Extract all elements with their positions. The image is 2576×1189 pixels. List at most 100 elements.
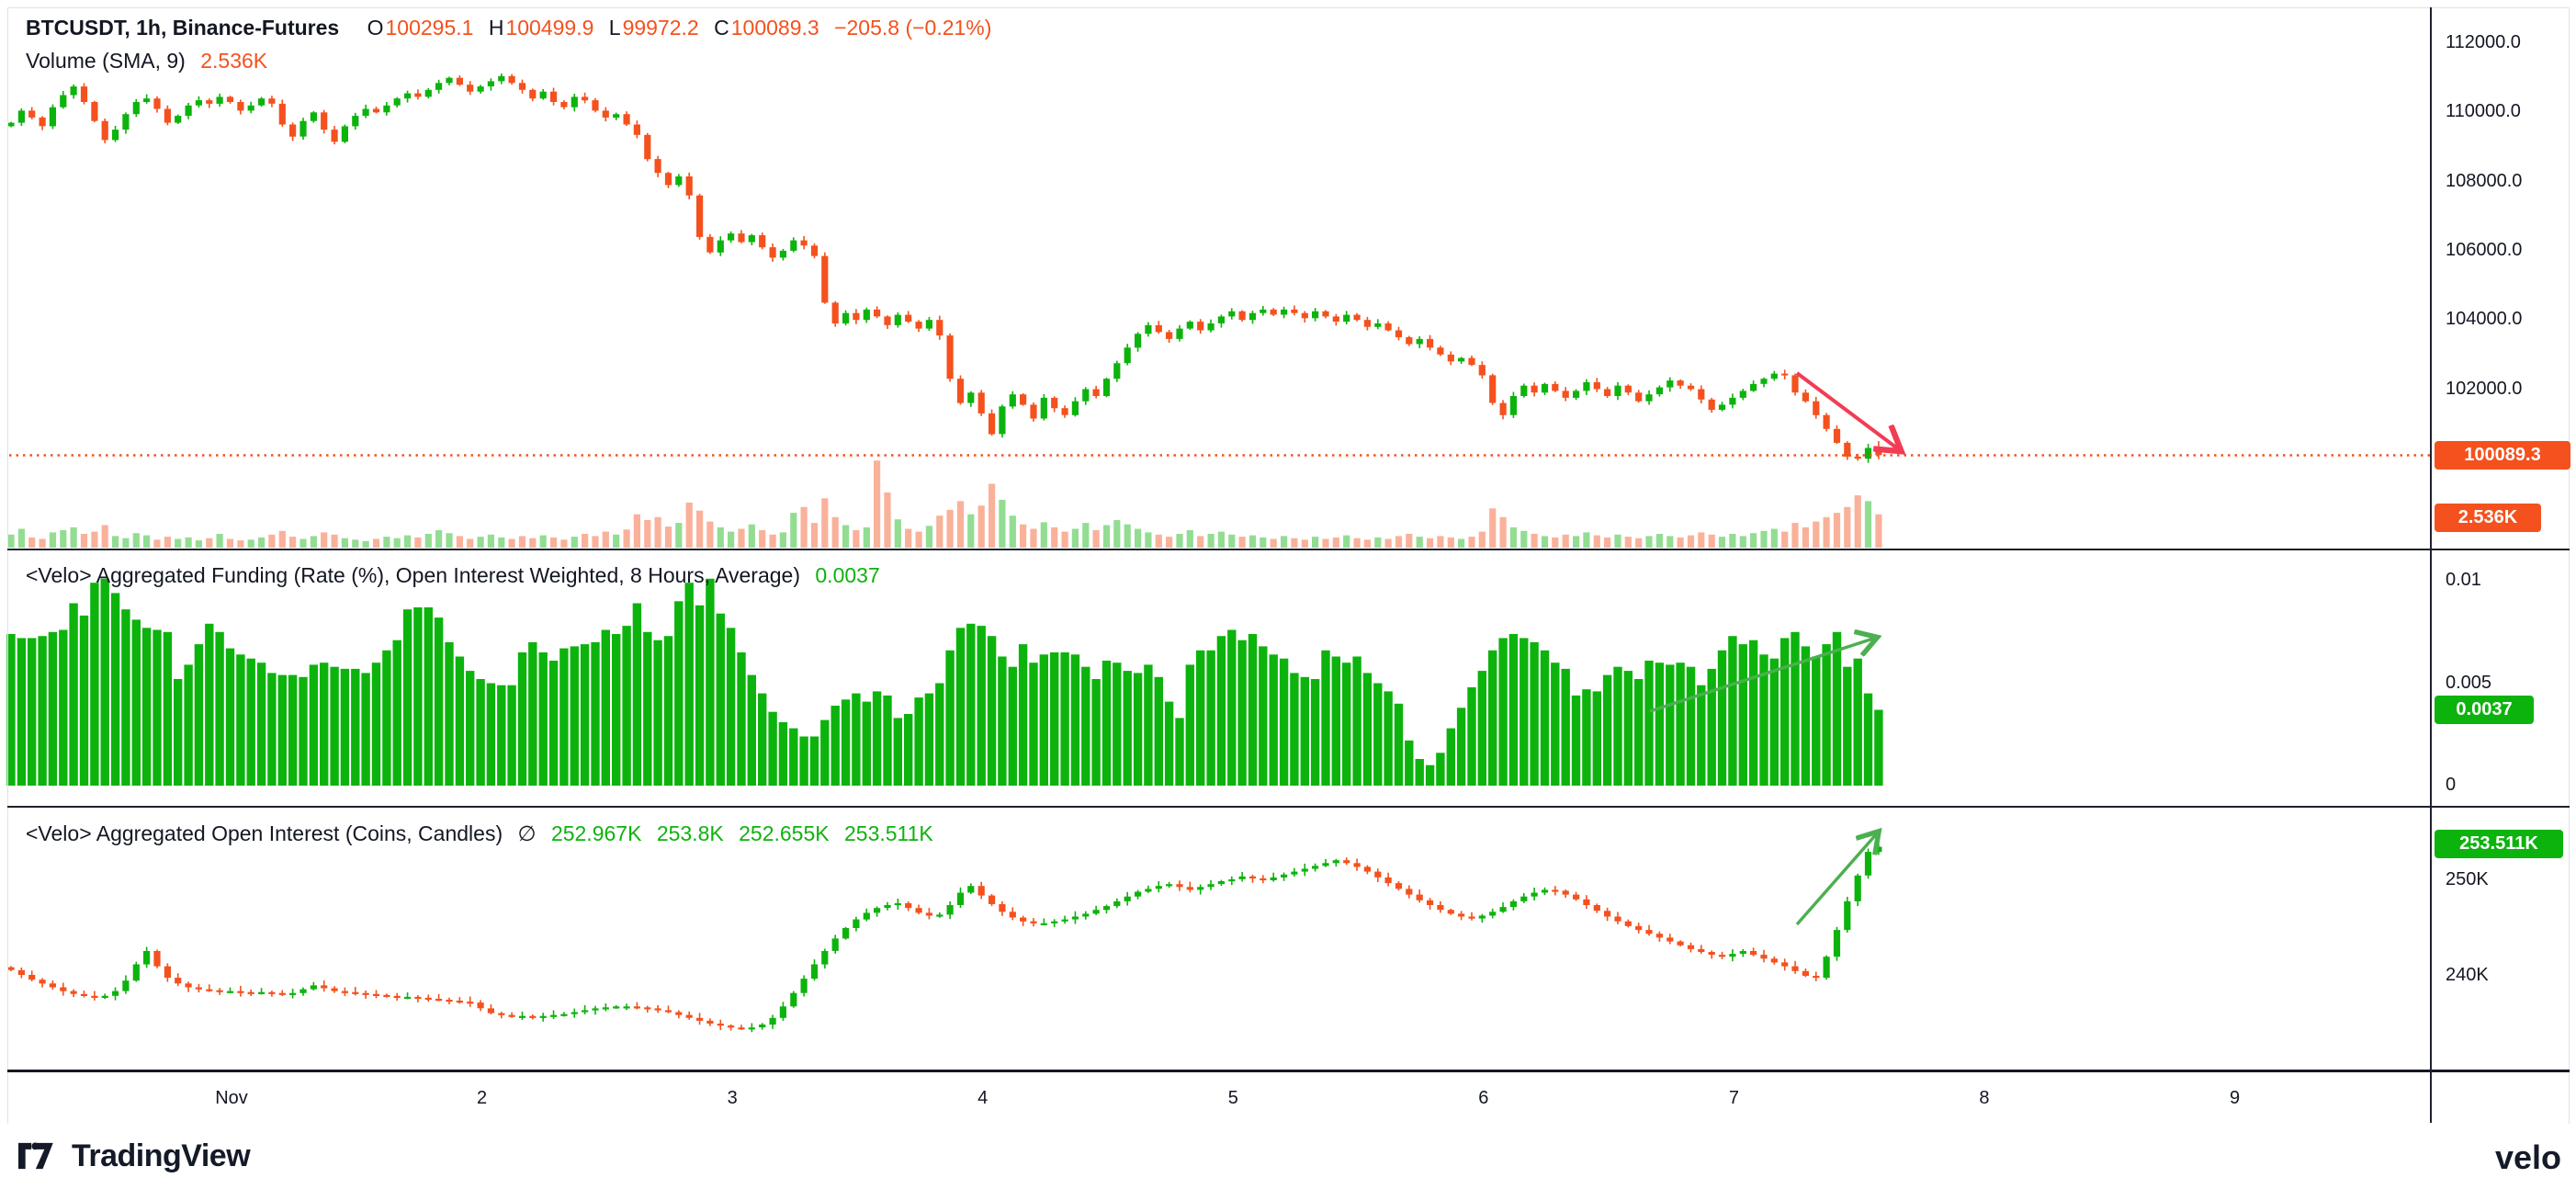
- time-axis-label: Nov: [215, 1088, 248, 1109]
- price-candle: [1771, 374, 1778, 379]
- funding-bar: [799, 737, 808, 787]
- funding-bar: [310, 664, 318, 786]
- oi-candle: [1583, 900, 1589, 905]
- price-candle: [1312, 311, 1318, 319]
- funding-bar: [393, 640, 401, 786]
- funding-bar: [737, 652, 745, 786]
- oi-candle: [738, 1027, 744, 1029]
- price-candle: [1113, 363, 1120, 379]
- oi-candle: [1834, 930, 1840, 957]
- price-candle: [1385, 323, 1392, 331]
- price-candle: [1688, 386, 1694, 390]
- price-candle: [425, 90, 432, 97]
- volume-bar: [1406, 534, 1412, 548]
- price-candle: [227, 96, 233, 102]
- price-candle: [7, 123, 14, 127]
- volume-bar: [624, 529, 630, 548]
- volume-bar: [50, 532, 56, 548]
- time-axis-label: 5: [1228, 1088, 1238, 1109]
- volume-bar: [665, 527, 672, 548]
- funding-bar: [1144, 664, 1152, 786]
- price-candle: [237, 102, 243, 110]
- funding-bar: [831, 706, 840, 786]
- oi-candle: [717, 1024, 724, 1025]
- change-value: −205.8 (−0.21%): [834, 16, 991, 40]
- open-value: 100295.1: [386, 16, 474, 40]
- oi-candle: [268, 992, 275, 994]
- funding-bar: [612, 634, 620, 786]
- funding-bar: [1603, 675, 1611, 786]
- panel2-legend[interactable]: <Velo> Aggregated Funding (Rate (%), Ope…: [26, 562, 880, 588]
- oi-candle: [519, 1016, 525, 1018]
- oi-candle: [352, 992, 358, 994]
- panel3-legend[interactable]: <Velo> Aggregated Open Interest (Coins, …: [26, 821, 933, 846]
- oi-candle: [1374, 872, 1381, 878]
- price-candle: [373, 109, 379, 113]
- funding-axis-label: 0.005: [2446, 673, 2491, 694]
- funding-bar: [1593, 691, 1601, 786]
- oi-candle: [853, 920, 859, 928]
- funding-bar: [653, 640, 661, 786]
- price-candle: [1563, 391, 1569, 398]
- volume-bar: [770, 535, 776, 548]
- price-candle: [1166, 332, 1172, 339]
- oi-candle: [217, 991, 223, 992]
- oi-candle: [1062, 920, 1068, 922]
- panel-separator-2[interactable]: [7, 806, 2570, 808]
- oi-axis-label: 240K: [2446, 965, 2489, 986]
- oi-candle: [112, 991, 119, 996]
- symbol-title[interactable]: BTCUSDT, 1h, Binance-Futures: [26, 16, 339, 40]
- oi-candle: [978, 886, 985, 895]
- funding-bar: [695, 606, 704, 786]
- volume-bar: [790, 513, 797, 548]
- volume-bar: [1354, 538, 1361, 548]
- panel-separator-1[interactable]: [7, 549, 2570, 550]
- volume-bar: [81, 534, 87, 548]
- oi-candle: [1427, 900, 1433, 905]
- oi-candle: [1343, 860, 1350, 863]
- volume-legend[interactable]: Volume (SMA, 9) 2.536K: [26, 48, 267, 74]
- price-candle: [342, 126, 348, 142]
- oi-candle: [321, 985, 327, 988]
- volume-bar: [143, 536, 150, 548]
- price-candle: [279, 104, 286, 125]
- price-candle: [404, 94, 411, 99]
- price-candle: [71, 86, 77, 95]
- oi-candle: [1322, 863, 1328, 866]
- volume-bar: [342, 538, 348, 548]
- volume-bar: [289, 537, 296, 548]
- funding-bar: [571, 646, 579, 786]
- price-candle: [519, 83, 525, 90]
- time-axis-label: 7: [1729, 1088, 1739, 1109]
- oi-candle: [1302, 869, 1308, 872]
- price-candle: [1666, 380, 1673, 388]
- oi-candle: [603, 1007, 609, 1009]
- oi-candle: [790, 993, 797, 1007]
- funding-bar: [1436, 753, 1444, 786]
- volume-bar: [1824, 517, 1830, 548]
- price-candle: [18, 110, 25, 122]
- price-candle: [248, 106, 254, 111]
- tradingview-logo[interactable]: TradingView: [18, 1137, 250, 1175]
- velo-logo-text: velo: [2495, 1138, 2561, 1176]
- price-candle: [488, 81, 494, 86]
- panel1-legend[interactable]: BTCUSDT, 1h, Binance-Futures O100295.1 H…: [26, 15, 991, 40]
- velo-logo[interactable]: velo: [2495, 1138, 2561, 1177]
- oi-candle: [332, 989, 338, 991]
- oi-candle: [926, 912, 932, 915]
- funding-bar: [1530, 642, 1538, 786]
- funding-bar: [1124, 671, 1132, 786]
- oi-candle: [196, 988, 202, 990]
- funding-bar: [1697, 685, 1705, 786]
- oi-candle: [1625, 922, 1632, 926]
- tradingview-logo-text: TradingView: [72, 1138, 250, 1174]
- oi-candle: [153, 951, 160, 967]
- oi-candle: [1468, 917, 1474, 919]
- price-candle: [1343, 315, 1350, 323]
- oi-candle: [1156, 886, 1162, 889]
- funding-bar: [602, 630, 610, 787]
- volume-bar: [1041, 522, 1047, 548]
- price-candle: [1354, 315, 1361, 321]
- chart-canvas[interactable]: [0, 0, 2576, 1189]
- price-candle: [749, 235, 755, 243]
